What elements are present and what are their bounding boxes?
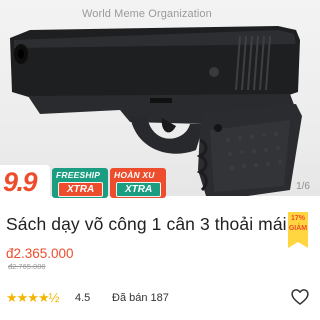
rating-row: ★★★★½ 4.5 Đã bán 187	[6, 287, 316, 307]
discount-label: GIẢM	[288, 225, 308, 232]
promo-strip: 9.9 FREESHIP XTRA HOÀN XU XTRA	[0, 165, 260, 201]
campaign-badge: 9.9	[0, 165, 50, 201]
freeship-label: FREESHIP	[56, 170, 101, 180]
watermark-text: World Meme Organization	[82, 8, 212, 20]
rating-stars: ★★★★½	[6, 290, 59, 305]
heart-outline-icon[interactable]	[290, 287, 310, 307]
discount-badge: 17% GIẢM	[288, 212, 308, 248]
discount-percent: 17%	[290, 215, 305, 222]
rating-value: 4.5	[75, 292, 91, 304]
image-page-indicator: 1/6	[296, 181, 310, 192]
product-card[interactable]: World Meme Organization 9.9 FREESHIP XTR…	[0, 0, 320, 320]
current-price: đ2.365.000	[6, 246, 74, 261]
sold-count: Đã bán 187	[112, 292, 169, 304]
original-price: đ2.765.000	[8, 262, 46, 271]
freeship-xtra-badge: FREESHIP XTRA	[52, 168, 108, 198]
coin-xtra-label: XTRA	[116, 182, 162, 197]
freeship-xtra-label: XTRA	[58, 182, 104, 197]
product-title[interactable]: Sách dạy võ công 1 cân 3 thoải mái	[6, 214, 287, 235]
campaign-label: 9.9	[3, 167, 38, 197]
coin-label: HOÀN XU	[114, 170, 155, 180]
coin-cashback-xtra-badge: HOÀN XU XTRA	[110, 168, 166, 198]
